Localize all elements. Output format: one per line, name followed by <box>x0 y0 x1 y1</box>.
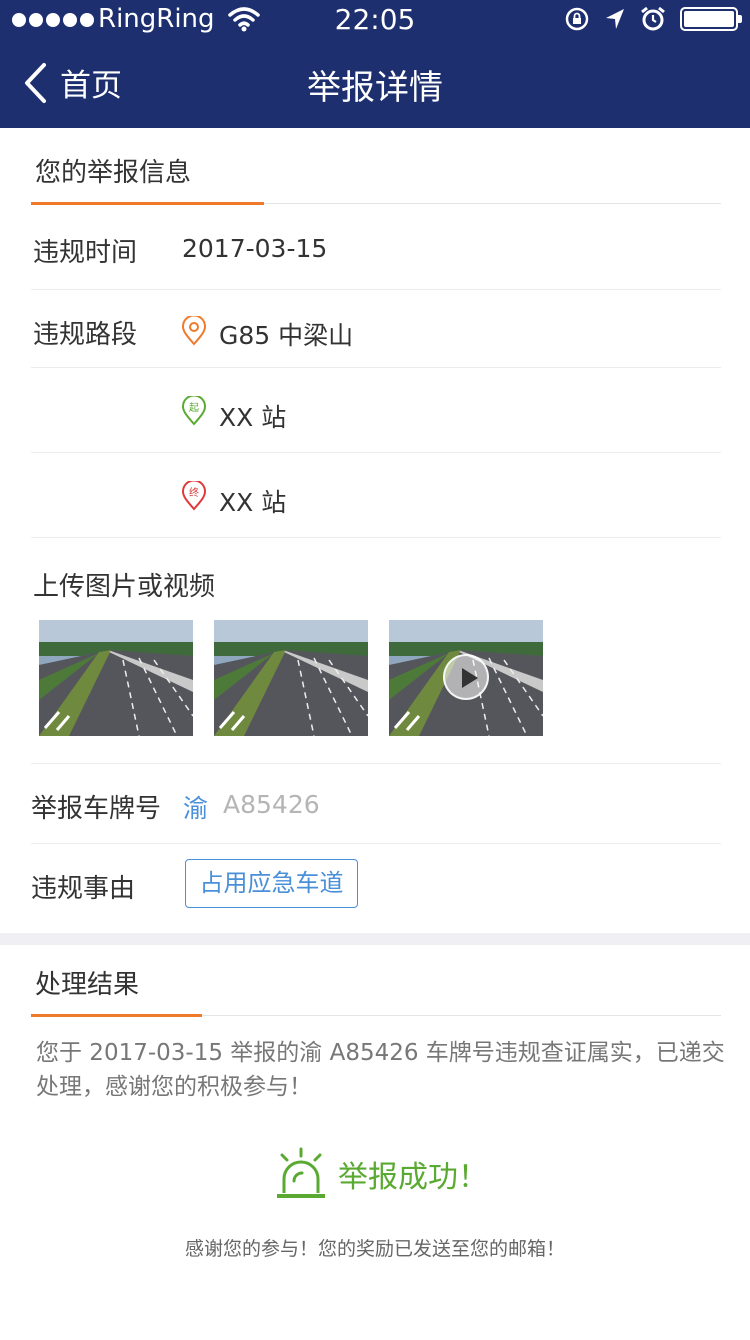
highway-photo <box>39 620 193 736</box>
result-message: 您于 2017-03-15 举报的渝 A85426 车牌号违规查证属实，已递交处… <box>36 1040 725 1100</box>
violation-time-row: 违规时间 2017-03-15 <box>31 205 721 290</box>
report-info-title: 您的举报信息 <box>35 158 192 188</box>
highway-photo <box>214 620 368 736</box>
alarm-icon <box>641 6 665 31</box>
plate-province: 渝 <box>183 794 209 823</box>
success-title: 举报成功！ <box>338 1160 488 1195</box>
battery-icon <box>680 7 742 31</box>
section-underline <box>31 1014 202 1017</box>
plate-number: A85426 <box>223 790 320 819</box>
report-info-header: 您的举报信息 <box>31 128 721 205</box>
violation-road-row: 违规路段 G85 中梁山 <box>31 290 721 368</box>
media-thumbnail-1[interactable] <box>39 620 193 736</box>
reason-label: 违规事由 <box>31 874 136 904</box>
reason-tag: 占用应急车道 <box>185 859 358 908</box>
thanks-note: 感谢您的参与！您的奖励已发送至您的邮箱！ <box>184 1238 565 1260</box>
media-label: 上传图片或视频 <box>33 572 216 602</box>
app-header: RingRing 22:05 首页 举报详情 <box>0 0 750 128</box>
end-station-row: 终 XX 站 <box>31 453 721 538</box>
violation-time-value: 2017-03-15 <box>182 234 328 263</box>
status-bar: RingRing 22:05 <box>0 0 750 40</box>
plate-row: 举报车牌号 渝 A85426 <box>31 764 721 844</box>
back-button[interactable]: 首页 <box>22 60 122 105</box>
success-banner: 举报成功！ <box>274 1147 488 1201</box>
nav-bar: 首页 举报详情 <box>0 40 750 128</box>
road-value: G85 中梁山 <box>219 321 354 350</box>
result-title: 处理结果 <box>35 970 140 1000</box>
chevron-left-icon <box>25 62 46 103</box>
end-badge: 终 <box>189 486 199 499</box>
start-station-row: 起 XX 站 <box>31 368 721 453</box>
start-badge: 起 <box>189 402 199 414</box>
end-pin-icon: 终 <box>181 481 207 511</box>
reason-row: 违规事由 <box>31 844 721 933</box>
back-label: 首页 <box>60 68 122 104</box>
media-thumbnail-video[interactable] <box>389 620 543 736</box>
location-arrow-icon <box>606 9 624 29</box>
siren-icon <box>277 1147 325 1198</box>
violation-time-label: 违规时间 <box>33 238 138 268</box>
plate-label: 举报车牌号 <box>31 794 162 824</box>
start-station-value: XX 站 <box>219 403 287 432</box>
location-pin-icon <box>181 316 207 346</box>
play-icon[interactable] <box>443 654 489 700</box>
start-pin-icon: 起 <box>181 396 207 426</box>
media-thumbnail-2[interactable] <box>214 620 368 736</box>
end-station-value: XX 站 <box>219 488 287 517</box>
rotation-lock-icon <box>565 7 589 31</box>
result-header: 处理结果 <box>31 940 721 1017</box>
violation-road-label: 违规路段 <box>33 320 138 350</box>
